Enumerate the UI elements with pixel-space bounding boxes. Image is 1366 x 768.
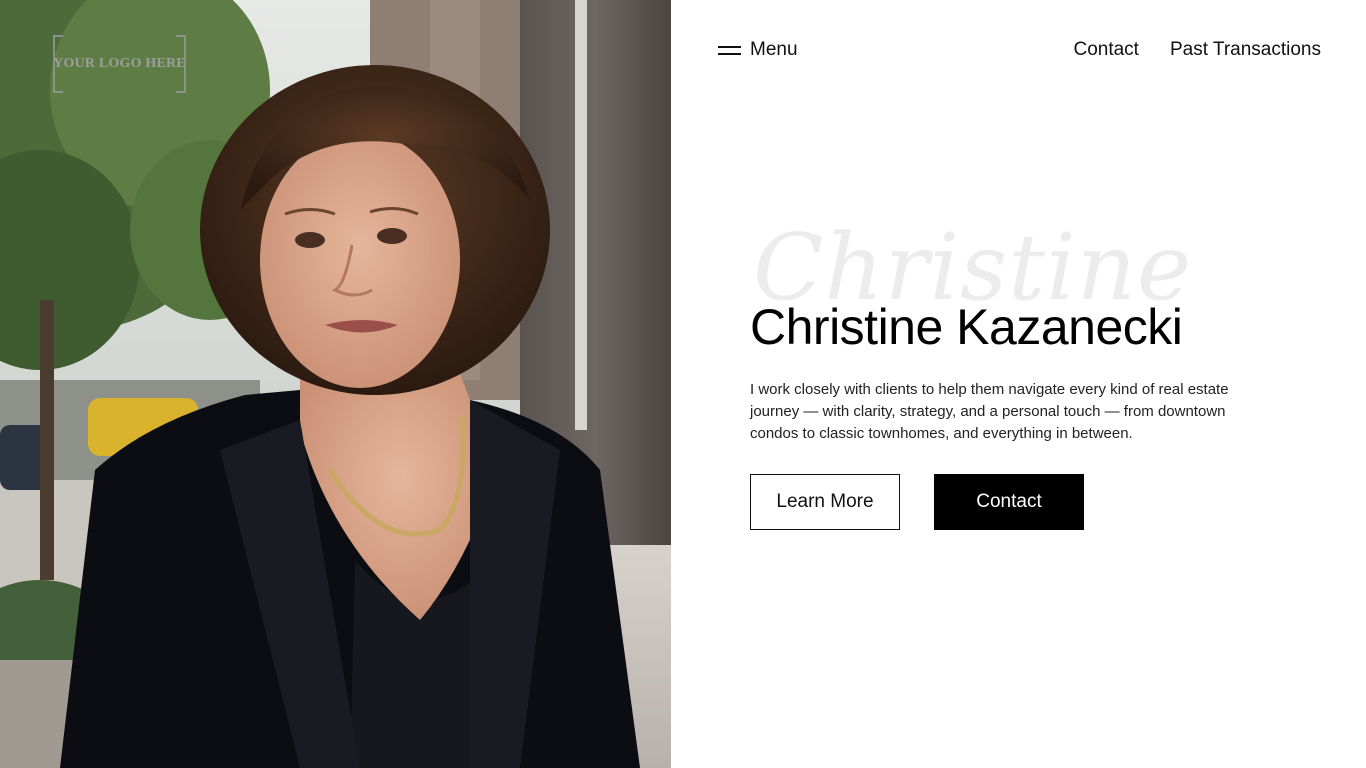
logo-text: YOUR LOGO HERE bbox=[53, 56, 186, 71]
portrait-photo bbox=[0, 0, 671, 768]
logo[interactable]: YOUR LOGO HERE bbox=[53, 35, 186, 93]
nav-link-contact[interactable]: Contact bbox=[1073, 39, 1138, 61]
hero-photo: YOUR LOGO HERE bbox=[0, 0, 671, 768]
top-nav: Contact Past Transactions bbox=[1073, 36, 1321, 64]
hamburger-icon bbox=[718, 45, 741, 55]
menu-label: Menu bbox=[750, 39, 798, 60]
hero-name: Christine Kazanecki bbox=[750, 299, 1183, 355]
hero-description: I work closely with clients to help them… bbox=[750, 381, 1229, 442]
nav-link-past-transactions[interactable]: Past Transactions bbox=[1170, 39, 1321, 61]
contact-button[interactable]: Contact bbox=[934, 474, 1084, 530]
menu-button[interactable]: Menu bbox=[718, 36, 798, 64]
logo-bracket-left-icon bbox=[53, 35, 63, 93]
content-panel: Menu Contact Past Transactions Christine… bbox=[671, 0, 1366, 768]
learn-more-button[interactable]: Learn More bbox=[750, 474, 900, 530]
logo-bracket-right-icon bbox=[176, 35, 186, 93]
